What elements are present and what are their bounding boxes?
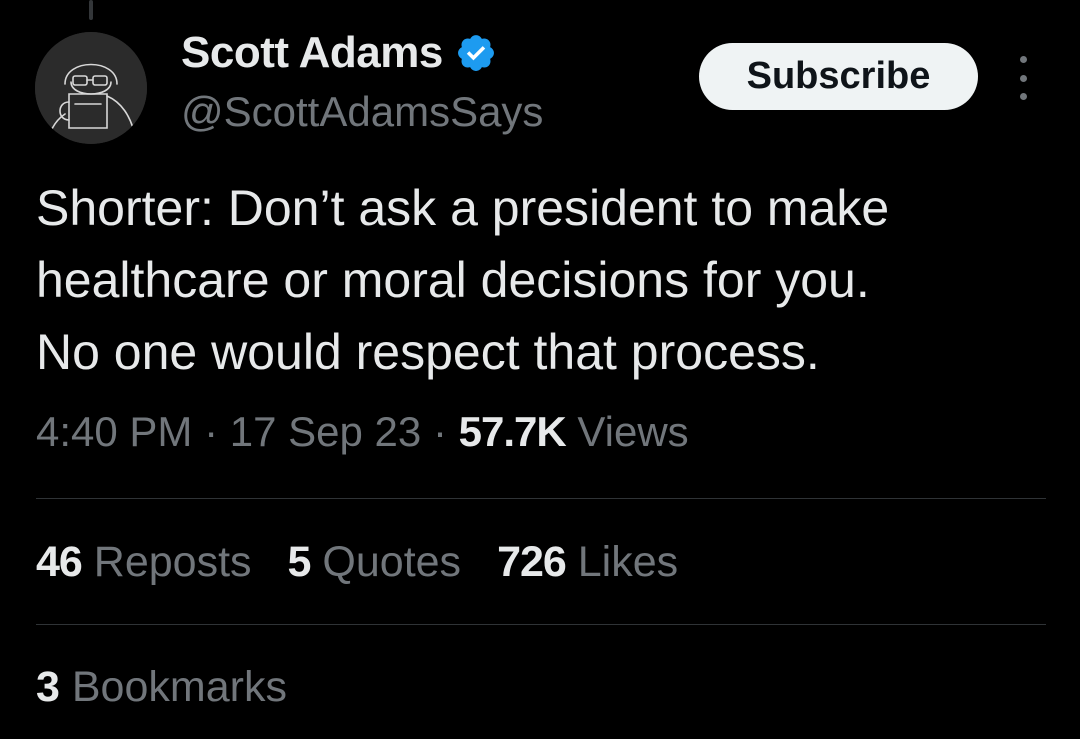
tweet-text: Shorter: Don’t ask a president to make h…: [36, 172, 1056, 388]
more-dot: [1019, 74, 1027, 82]
bookmarks-stat[interactable]: 3 Bookmarks: [36, 663, 287, 712]
verified-badge-icon[interactable]: [455, 32, 497, 74]
divider: [36, 624, 1046, 625]
subscribe-button[interactable]: Subscribe: [699, 43, 978, 110]
meta-separator: ·: [432, 408, 447, 455]
divider: [36, 498, 1046, 499]
reposts-count: 46: [36, 538, 83, 586]
more-dot: [1019, 93, 1027, 100]
author-name-text[interactable]: Scott Adams: [181, 28, 443, 78]
views-label: Views: [577, 408, 689, 455]
views-count: 57.7K: [458, 408, 567, 455]
more-vertical-icon[interactable]: [1008, 56, 1038, 100]
more-dot: [1019, 56, 1027, 63]
tweet-time[interactable]: 4:40 PM: [36, 408, 192, 455]
bookmarks-count: 3: [36, 663, 60, 711]
likes-count: 726: [497, 538, 567, 586]
quotes-stat[interactable]: 5 Quotes: [288, 538, 462, 587]
likes-label: Likes: [577, 538, 679, 586]
author-handle[interactable]: @ScottAdamsSays: [181, 88, 543, 136]
reposts-stat[interactable]: 46 Reposts: [36, 538, 252, 587]
meta-separator: ·: [204, 408, 219, 455]
avatar[interactable]: [35, 32, 147, 144]
tweet-date[interactable]: 17 Sep 23: [230, 408, 422, 455]
tweet-text-line: Shorter: Don’t ask a president to make: [36, 180, 890, 236]
tweet-text-line: No one would respect that process.: [36, 324, 820, 380]
author-name[interactable]: Scott Adams: [181, 28, 497, 78]
avatar-sketch-image: [35, 32, 147, 144]
thread-connector-line: [89, 0, 93, 20]
quotes-count: 5: [287, 538, 312, 586]
reposts-label: Reposts: [93, 538, 252, 586]
tweet-text-line: healthcare or moral decisions for you.: [36, 252, 870, 308]
tweet-meta: 4:40 PM · 17 Sep 23 · 57.7K Views: [36, 408, 689, 456]
engagement-stats: 46 Reposts 5 Quotes 726 Likes: [36, 538, 678, 587]
likes-stat[interactable]: 726 Likes: [497, 538, 678, 587]
bookmarks-label: Bookmarks: [71, 663, 287, 711]
quotes-label: Quotes: [322, 538, 462, 586]
